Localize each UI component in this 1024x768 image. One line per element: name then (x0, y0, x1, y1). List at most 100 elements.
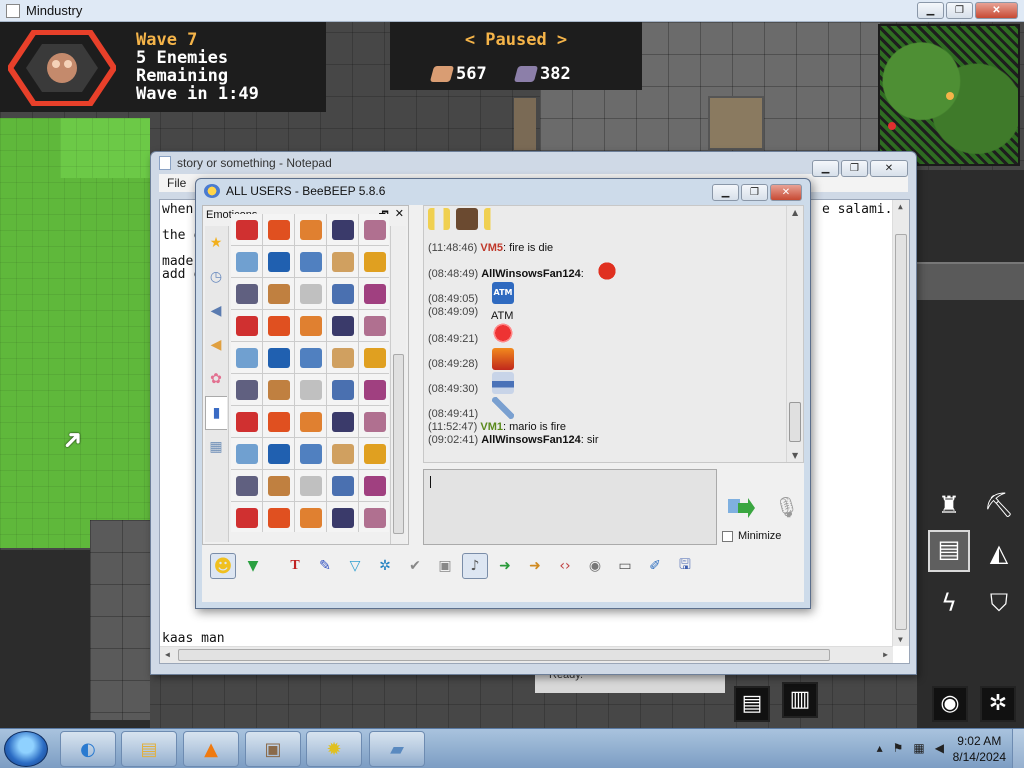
settings-gear-icon[interactable]: ✲ (372, 553, 398, 579)
emoticon-cell[interactable] (327, 374, 358, 405)
network-icon[interactable]: ▦ (913, 741, 924, 755)
notepad-horizontal-scrollbar[interactable]: ◀ ▶ (160, 646, 893, 663)
research-button[interactable]: ▥ (782, 682, 818, 718)
minimize-checkbox[interactable]: Minimize (722, 530, 781, 542)
emoticon-cell[interactable] (231, 310, 262, 341)
emoticon-cell[interactable] (327, 406, 358, 437)
microphone-icon[interactable]: 🎙 (774, 495, 799, 521)
scroll-thumb[interactable] (393, 354, 404, 534)
taskbar-explorer-icon[interactable]: ▤ (121, 731, 177, 767)
emoticon-cell[interactable] (295, 502, 326, 532)
beebeep-restore-button[interactable]: ❐ (741, 184, 768, 201)
emoticon-cell[interactable] (263, 470, 294, 501)
emoticon-cell[interactable] (327, 278, 358, 309)
liquid-category-icon[interactable]: ◭ (982, 536, 1016, 570)
emoticon-cell[interactable] (359, 438, 389, 469)
notepad-vertical-scrollbar[interactable]: ▲ ▼ (892, 200, 909, 646)
taskbar-notepad-icon[interactable]: ▰ (369, 731, 425, 767)
music-icon[interactable]: ♪ (462, 553, 488, 579)
notepad-restore-button[interactable]: ❐ (841, 160, 868, 177)
emoticon-cell[interactable] (327, 246, 358, 277)
screenshot-icon[interactable]: ▣ (432, 553, 458, 579)
emoticon-cell[interactable] (295, 438, 326, 469)
emoticon-cell[interactable] (231, 278, 262, 309)
turret-category-icon[interactable]: ♜ (932, 488, 966, 522)
save-icon[interactable]: 🖫 (672, 553, 698, 579)
scroll-down-icon[interactable]: ▼ (898, 635, 903, 644)
emoticon-cell[interactable] (295, 342, 326, 373)
emoticon-cell[interactable] (263, 406, 294, 437)
emoticon-cell[interactable] (327, 502, 358, 532)
notepad-close-button[interactable]: ✕ (870, 160, 908, 177)
emoticon-cell[interactable] (295, 278, 326, 309)
tab-nature-icon[interactable]: ✿ (205, 362, 227, 396)
database-button[interactable]: ▤ (734, 686, 770, 722)
emoticon-cell[interactable] (263, 310, 294, 341)
taskbar-beebeep-icon[interactable]: ✹ (306, 731, 362, 767)
notepad-title-bar[interactable]: story or something - Notepad (151, 152, 916, 174)
filter-icon[interactable]: ▽ (342, 553, 368, 579)
paused-status[interactable]: < Paused > (390, 30, 642, 50)
emoticon-button-icon[interactable]: ☻ (210, 553, 236, 579)
emoticon-cell[interactable] (359, 310, 389, 341)
checkbox-box[interactable] (722, 530, 733, 542)
emoticon-cell[interactable] (359, 246, 389, 277)
close-icon[interactable]: ✕ (395, 207, 404, 226)
taskbar-ie-icon[interactable]: ◐ (60, 731, 116, 767)
power-category-icon[interactable]: ϟ (932, 586, 966, 620)
menu-file[interactable]: File (167, 176, 186, 190)
emoticon-cell[interactable] (327, 438, 358, 469)
emoticon-cell[interactable] (327, 310, 358, 341)
chat-history[interactable]: (11:48:46) VM5: fire is die (08:48:49) A… (423, 205, 804, 463)
emoticon-cell[interactable] (231, 374, 262, 405)
send-folder-icon[interactable]: ➜ (522, 553, 548, 579)
settings-button[interactable]: ✲ (980, 686, 1016, 722)
tab-announce-icon[interactable]: ◀ (205, 328, 227, 362)
scroll-thumb[interactable] (789, 402, 801, 442)
notepad-minimize-button[interactable]: ▁ (812, 160, 839, 177)
edit-icon[interactable]: ✐ (642, 553, 668, 579)
tray-expand-icon[interactable]: ▴ (877, 741, 883, 755)
defense-category-icon[interactable]: ⛉ (982, 586, 1016, 620)
emoticon-cell[interactable] (231, 438, 262, 469)
emoticon-cell[interactable] (359, 502, 389, 532)
chat-scrollbar[interactable]: ▲ ▼ (786, 206, 803, 462)
stop-button[interactable]: ◉ (932, 686, 968, 722)
font-icon[interactable]: T (282, 553, 308, 579)
emoticon-cell[interactable] (231, 246, 262, 277)
emoticon-cell[interactable] (231, 502, 262, 532)
emoticon-cell[interactable] (263, 502, 294, 532)
emoticon-cell[interactable] (231, 342, 262, 373)
emoticon-cell[interactable] (359, 470, 389, 501)
emoticon-cell[interactable] (327, 470, 358, 501)
close-button[interactable]: ✕ (975, 2, 1018, 19)
tab-places-icon[interactable]: ▮ (205, 396, 227, 430)
send-file-icon[interactable]: ➜ (492, 553, 518, 579)
wave-hexagon-icon[interactable] (8, 30, 116, 106)
emoticon-cell[interactable] (231, 470, 262, 501)
emoticon-cell[interactable] (231, 406, 262, 437)
emoticon-cell[interactable] (263, 214, 294, 245)
emoticon-cell[interactable] (295, 470, 326, 501)
emoticon-cell[interactable] (359, 214, 389, 245)
scroll-up-icon[interactable]: ▲ (898, 202, 903, 211)
emoticon-cell[interactable] (295, 310, 326, 341)
message-input[interactable] (423, 469, 717, 545)
scroll-left-icon[interactable]: ◀ (165, 650, 170, 659)
emoticon-cell[interactable] (295, 246, 326, 277)
emoticon-cell[interactable] (295, 374, 326, 405)
start-button[interactable] (4, 731, 48, 767)
code-icon[interactable]: ‹› (552, 553, 578, 579)
emoticon-scrollbar[interactable] (390, 226, 406, 544)
production-category-icon[interactable]: ⛏ (982, 488, 1016, 522)
volume-icon[interactable]: ◀ (935, 741, 944, 755)
emoticon-cell[interactable] (263, 342, 294, 373)
beebeep-window[interactable]: ALL USERS - BeeBEEP 5.8.6 ▁ ❐ ✕ Emoticon… (195, 178, 811, 609)
emoticon-cell[interactable] (359, 342, 389, 373)
send-button[interactable] (726, 495, 756, 521)
emoticon-cell[interactable] (231, 214, 262, 245)
minimap[interactable] (878, 24, 1020, 166)
record-icon[interactable]: ◉ (582, 553, 608, 579)
emoticon-cell[interactable] (359, 278, 389, 309)
scroll-down-icon[interactable]: ▼ (792, 451, 798, 460)
